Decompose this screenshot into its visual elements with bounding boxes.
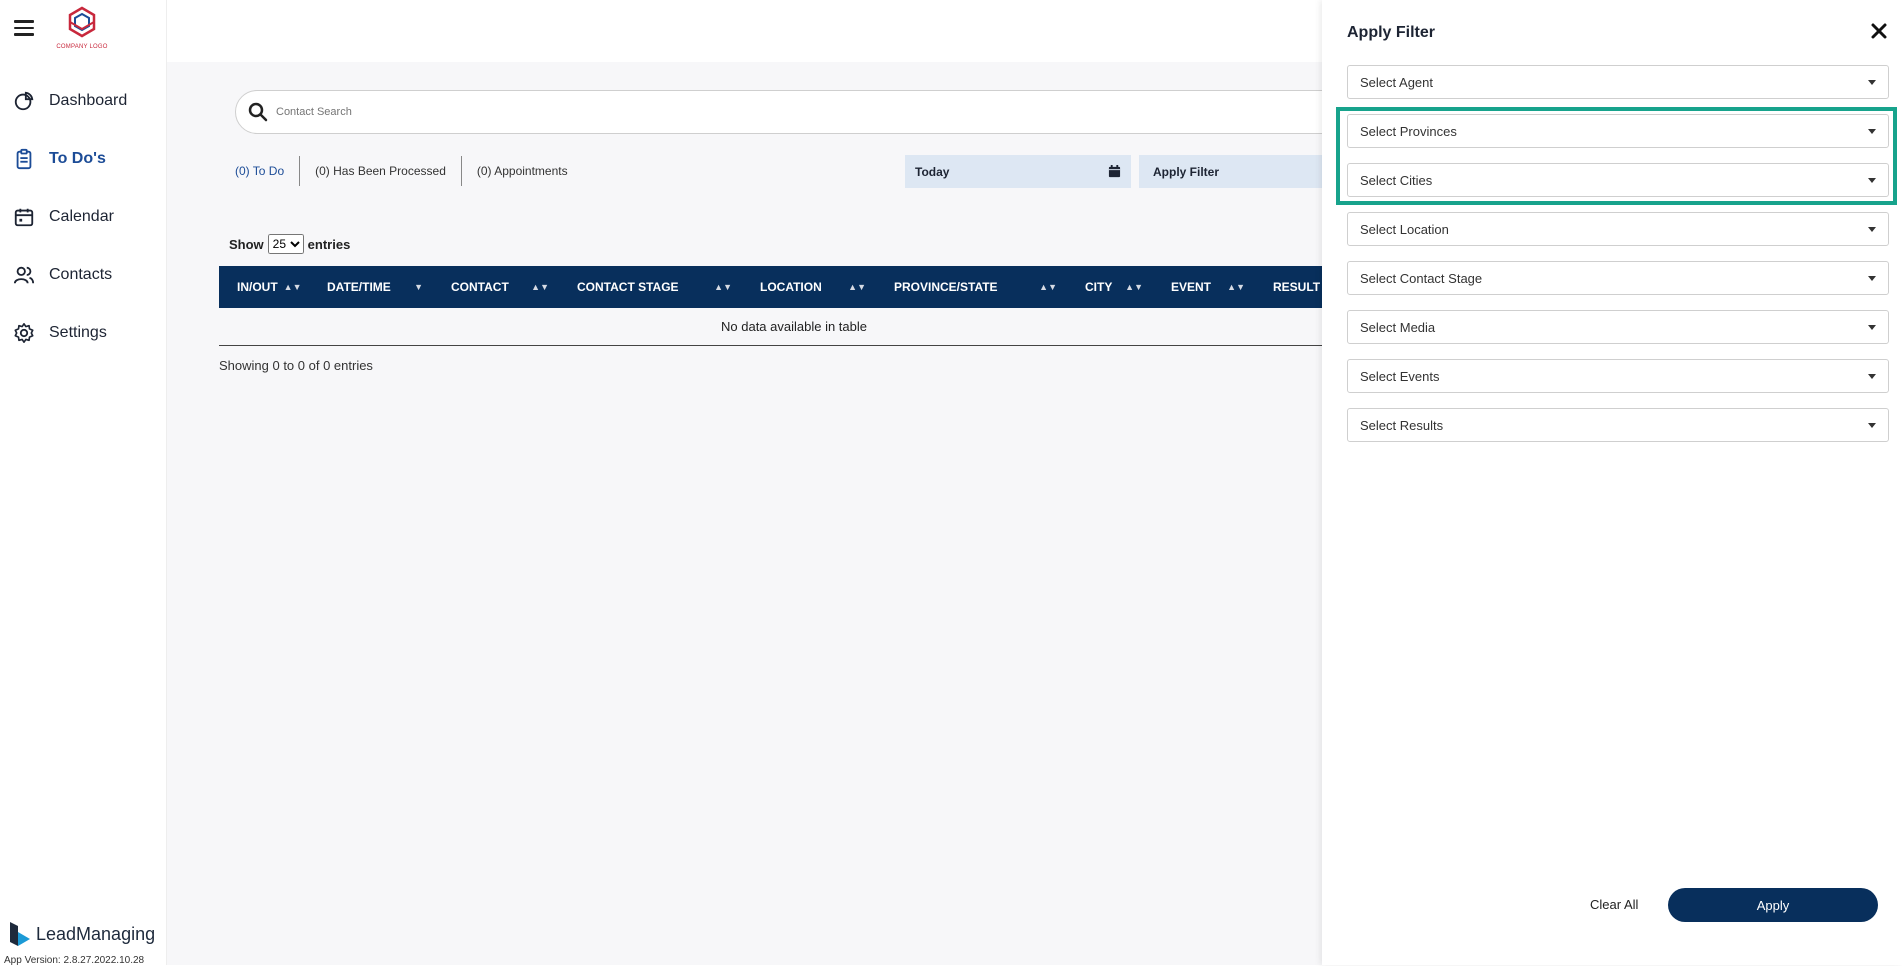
select-results-dropdown[interactable]: Select Results <box>1347 408 1889 442</box>
select-location-dropdown[interactable]: Select Location <box>1347 212 1889 246</box>
nav-label: Settings <box>49 324 107 341</box>
caret-down-icon <box>1868 373 1876 379</box>
search-icon <box>248 102 268 122</box>
date-filter-label: Today <box>915 164 950 179</box>
panel-title: Apply Filter <box>1347 24 1436 41</box>
brand-name: LeadManaging <box>36 923 156 944</box>
dropdown-label: Select Events <box>1360 368 1440 384</box>
brand: LeadManaging <box>8 920 155 948</box>
entries-label: entries <box>307 236 351 252</box>
sort-icon: ▲▼ <box>531 282 549 292</box>
select-events-dropdown[interactable]: Select Events <box>1347 359 1889 393</box>
sort-icon: ▲▼ <box>714 282 732 292</box>
dashboard-icon <box>14 91 34 111</box>
logo-hexagon-icon <box>68 6 96 38</box>
nav-label: Contacts <box>49 266 113 283</box>
column-location[interactable]: LOCATION ▲▼ <box>742 266 876 308</box>
dropdown-label: Select Location <box>1360 221 1449 237</box>
sort-icon: ▲▼ <box>1227 282 1245 292</box>
contacts-icon <box>13 266 35 284</box>
select-cities-dropdown[interactable]: Select Cities <box>1347 163 1889 197</box>
dropdown-label: Select Results <box>1360 417 1444 433</box>
nav-label: Dashboard <box>49 92 128 109</box>
clear-all-button[interactable]: Clear All <box>1590 897 1638 912</box>
sort-icon: ▲▼ <box>1125 282 1143 292</box>
show-entries: Show 25 entries <box>229 234 350 254</box>
column-label: LOCATION <box>760 280 822 294</box>
contact-search-bar[interactable] <box>235 90 1435 134</box>
tab-has-been-processed[interactable]: (0) Has Been Processed <box>300 156 462 186</box>
tab-to-do[interactable]: (0) To Do <box>235 156 301 186</box>
apply-button[interactable]: Apply <box>1668 888 1878 922</box>
table-info: Showing 0 to 0 of 0 entries <box>219 358 373 373</box>
table-header: IN/OUT ▲▼ DATE/TIME ▼ CONTACT ▲▼ CONTACT ST… <box>219 266 1369 308</box>
select-contact-stage-dropdown[interactable]: Select Contact Stage <box>1347 261 1889 295</box>
app-version: App Version: 2.8.27.2022.10.28 <box>4 955 145 966</box>
dropdown-label: Select Contact Stage <box>1360 270 1483 286</box>
column-city[interactable]: CITY ▲▼ <box>1067 266 1153 308</box>
column-province-state[interactable]: PROVINCE/STATE ▲▼ <box>876 266 1067 308</box>
sort-icon: ▲▼ <box>848 282 866 292</box>
column-contact-stage[interactable]: CONTACT STAGE ▲▼ <box>559 266 742 308</box>
dropdown-label: Select Cities <box>1360 172 1433 188</box>
tab-appointments[interactable]: (0) Appointments <box>462 156 583 186</box>
caret-down-icon <box>1868 324 1876 330</box>
nav-label: To Do's <box>49 150 106 167</box>
nav-item-calendar[interactable]: Calendar <box>0 188 167 246</box>
caret-down-icon <box>1868 128 1876 134</box>
close-icon[interactable] <box>1870 22 1888 40</box>
caret-down-icon <box>1868 79 1876 85</box>
caret-down-icon <box>1868 177 1876 183</box>
gear-icon <box>14 323 34 343</box>
company-logo: COMPANY LOGO <box>52 6 112 52</box>
clipboard-icon <box>16 148 32 170</box>
sort-icon: ▲▼ <box>1039 282 1057 292</box>
column-label: CONTACT STAGE <box>577 280 679 294</box>
dropdown-label: Select Provinces <box>1360 123 1457 139</box>
nav-item-settings[interactable]: Settings <box>0 304 167 362</box>
nav-item-dashboard[interactable]: Dashboard <box>0 72 167 130</box>
column-event[interactable]: EVENT ▲▼ <box>1153 266 1255 308</box>
caret-down-icon <box>1868 422 1876 428</box>
dropdown-label: Select Agent <box>1360 74 1433 90</box>
column-label: RESULT <box>1273 280 1321 294</box>
sort-icon: ▲▼ <box>283 282 302 292</box>
column-label: PROVINCE/STATE <box>894 280 998 294</box>
nav-label: Calendar <box>49 208 114 225</box>
apply-filter-label: Apply Filter <box>1153 164 1220 179</box>
apply-filter-panel: Apply Filter Select Agent Select Provinc… <box>1322 0 1902 965</box>
select-media-dropdown[interactable]: Select Media <box>1347 310 1889 344</box>
column-label: DATE/TIME <box>327 280 391 294</box>
entries-select[interactable]: 25 <box>267 234 304 254</box>
show-label: Show <box>229 236 264 252</box>
column-contact[interactable]: CONTACT ▲▼ <box>433 266 559 308</box>
select-provinces-dropdown[interactable]: Select Provinces <box>1347 114 1889 148</box>
apply-filter-button[interactable]: Apply Filter <box>1139 155 1339 188</box>
sort-desc-icon: ▼ <box>414 282 423 292</box>
search-input[interactable] <box>276 106 1076 118</box>
nav-item-contacts[interactable]: Contacts <box>0 246 167 304</box>
caret-down-icon <box>1868 275 1876 281</box>
calendar-icon <box>14 208 34 227</box>
column-in-out[interactable]: IN/OUT ▲▼ <box>219 266 309 308</box>
caret-down-icon <box>1868 226 1876 232</box>
sidebar: COMPANY LOGO Dashboard To Do's Calendar … <box>0 0 167 966</box>
leadmanaging-logo-icon <box>10 922 30 946</box>
status-tabs: (0) To Do (0) Has Been Processed (0) App… <box>235 156 583 186</box>
hamburger-menu-icon[interactable] <box>14 20 34 36</box>
nav-menu: Dashboard To Do's Calendar Contacts Sett… <box>0 72 167 362</box>
select-agent-dropdown[interactable]: Select Agent <box>1347 65 1889 99</box>
todo-table: IN/OUT ▲▼ DATE/TIME ▼ CONTACT ▲▼ CONTACT ST… <box>219 266 1369 346</box>
nav-item-todos[interactable]: To Do's <box>0 130 167 188</box>
dropdown-label: Select Media <box>1360 319 1436 335</box>
logo-text: COMPANY LOGO <box>56 44 108 50</box>
column-label: EVENT <box>1171 280 1212 294</box>
date-filter[interactable]: Today <box>905 155 1131 188</box>
table-empty-row: No data available in table <box>219 308 1369 346</box>
column-date-time[interactable]: DATE/TIME ▼ <box>309 266 433 308</box>
column-label: CITY <box>1085 280 1113 294</box>
calendar-icon <box>1108 165 1121 178</box>
column-label: IN/OUT <box>237 280 278 294</box>
column-label: CONTACT <box>451 280 509 294</box>
